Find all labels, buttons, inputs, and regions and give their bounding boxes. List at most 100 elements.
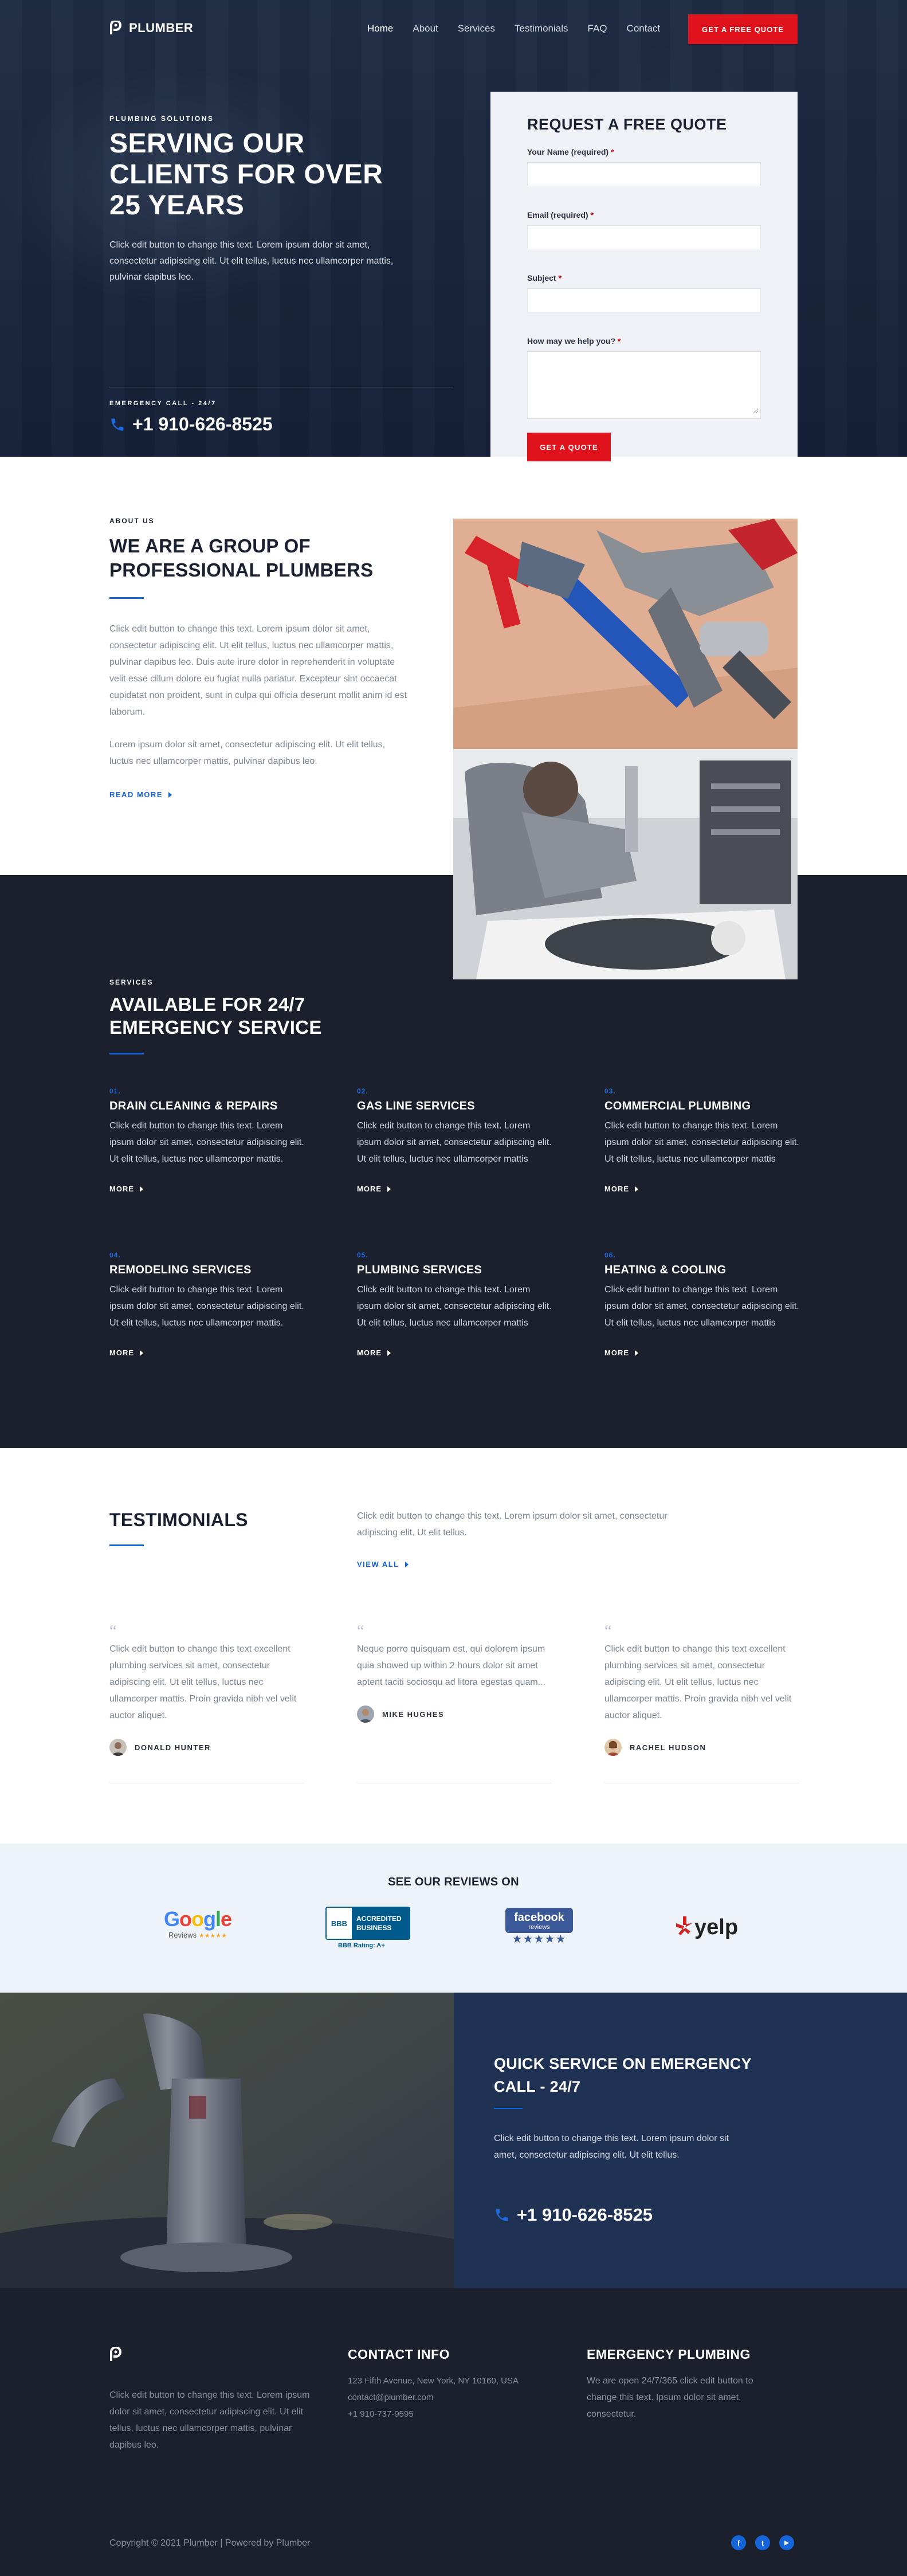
site-logo[interactable]: PLUMBER [109,21,193,36]
google-letter: e [221,1907,232,1931]
yelp-wordmark: yelp [694,1915,739,1939]
quick-service-section: QUICK SERVICE ON EMERGENCY CALL - 24/7 C… [0,1993,907,2288]
footer-about-text: Click edit button to change this text. L… [109,2390,310,2450]
free-quote-button[interactable]: GET A FREE QUOTE [688,14,798,44]
resize-handle-icon[interactable] [753,406,759,417]
subject-label: Subject * [527,273,761,283]
service-title: REMODELING SERVICES [109,1264,252,1276]
facebook-reviews-logo[interactable]: facebook reviews ★★★★★ [505,1908,573,1950]
phone-icon [494,2207,510,2223]
bbb-text: ACCREDITED BUSINESS [352,1908,409,1939]
service-more-link[interactable]: MORE [357,1348,552,1357]
hero-title-line: SERVING OUR [109,128,305,159]
name-label-text: Your Name (required) [527,147,609,156]
testimonial-text: Click edit button to change this text ex… [604,1644,792,1720]
service-number: 03. [604,1087,616,1095]
message-textarea[interactable] [527,351,761,419]
plumber-illustration [453,749,798,979]
about-eyebrow: ABOUT US [109,517,155,525]
arrow-right-icon [635,1186,638,1192]
google-reviews-logo[interactable]: Google Reviews ★★★★★ [155,1908,241,1948]
yelp-logo[interactable]: yelp [676,1910,751,1944]
more-label: MORE [604,1348,629,1357]
nav-item-contact[interactable]: Contact [627,23,661,34]
quick-service-title: QUICK SERVICE ON EMERGENCY CALL - 24/7 [494,2052,769,2098]
service-card: 06. HEATING & COOLING Click edit button … [604,1251,799,1357]
quote-form: REQUEST A FREE QUOTE Your Name (required… [490,92,798,461]
author-name: MIKE HUGHES [382,1710,445,1719]
title-underline [494,2108,523,2109]
view-all-link[interactable]: VIEW ALL [357,1560,409,1569]
twitter-icon[interactable]: t [755,2535,770,2550]
google-letter: l [215,1907,221,1931]
title-underline [109,1544,144,1546]
hero-description: Click edit button to change this text. L… [109,240,394,282]
subject-input[interactable] [527,288,761,312]
testimonials-title: TESTIMONIALS [109,1509,248,1530]
service-more-link[interactable]: MORE [604,1185,799,1193]
facebook-badge: facebook reviews [505,1908,573,1933]
footer-logo-icon[interactable] [109,2346,122,2366]
contact-phone-link[interactable]: +1 910-737-9595 [348,2406,560,2422]
quick-phone-link[interactable]: +1 910-626-8525 [494,2205,653,2225]
hero-content: PLUMBING SOLUTIONS SERVING OUR CLIENTS F… [109,115,407,285]
hero-phone-link[interactable]: +1 910-626-8525 [109,414,273,435]
service-card: 02. GAS LINE SERVICES Click edit button … [357,1087,552,1193]
more-label: MORE [604,1185,629,1193]
emergency-plumbing-title: EMERGENCY PLUMBING [587,2347,751,2362]
hero-phone-number: +1 910-626-8525 [132,414,273,434]
nav-item-services[interactable]: Services [458,23,495,34]
contact-info-title: CONTACT INFO [348,2347,450,2362]
nav-item-faq[interactable]: FAQ [588,23,607,34]
service-number: 01. [109,1087,121,1095]
nav-item-about[interactable]: About [413,23,438,34]
about-title-line: WE ARE A GROUP OF [109,535,311,556]
copyright-text: Copyright © 2021 Plumber | Powered by Pl… [109,2538,311,2548]
testimonials-intro: Click edit button to change this text. L… [357,1511,668,1538]
service-description: Click edit button to change this text. L… [357,1121,552,1164]
google-sub: Reviews ★★★★★ [155,1931,241,1939]
youtube-icon[interactable]: ▶ [779,2535,794,2550]
quick-title-line: CALL - 24/7 [494,2078,581,2095]
hero-section: PLUMBER Home About Services Testimonials… [0,0,907,461]
service-more-link[interactable]: MORE [109,1185,304,1193]
bbb-accredited-logo[interactable]: BBB ACCREDITED BUSINESS BBB Rating: A+ [325,1907,410,1952]
testimonial-author: DONALD HUNTER [109,1739,304,1756]
service-more-link[interactable]: MORE [357,1185,552,1193]
service-title: DRAIN CLEANING & REPAIRS [109,1100,278,1112]
nav-item-testimonials[interactable]: Testimonials [515,23,568,34]
service-more-link[interactable]: MORE [109,1348,304,1357]
message-label: How may we help you? * [527,336,761,346]
quick-phone-number: +1 910-626-8525 [517,2205,653,2225]
email-label-text: Email (required) [527,210,588,219]
email-input[interactable] [527,225,761,249]
emergency-plumbing-text: We are open 24/7/365 click edit button t… [587,2376,753,2419]
wrenches-illustration [453,519,798,749]
service-title: PLUMBING SERVICES [357,1264,482,1276]
more-label: MORE [357,1348,382,1357]
bbb-rating: BBB Rating: A+ [338,1942,385,1949]
hero-emergency: EMERGENCY CALL - 24/7 +1 910-626-8525 [109,400,273,435]
service-more-link[interactable]: MORE [604,1348,799,1357]
quote-icon: “ [604,1622,612,1640]
avatar [604,1739,622,1756]
contact-email-link[interactable]: contact@plumber.com [348,2389,560,2406]
contact-details: 123 Fifth Avenue, New York, NY 10160, US… [348,2373,560,2422]
quick-service-description: Click edit button to change this text. L… [494,2134,729,2160]
testimonial-card: “ Neque porro quisquam est, qui dolorem … [357,1624,552,1723]
read-more-link[interactable]: READ MORE [109,790,407,799]
nav-item-home[interactable]: Home [367,23,393,34]
name-input[interactable] [527,162,761,186]
hero-title: SERVING OUR CLIENTS FOR OVER 25 YEARS [109,128,407,221]
service-number: 02. [357,1087,368,1095]
form-group-subject: Subject * [527,273,761,312]
wrenches-photo [453,519,798,749]
get-quote-submit-button[interactable]: GET A QUOTE [527,433,611,461]
footer-emergency-column: EMERGENCY PLUMBING We are open 24/7/365 … [587,2347,799,2422]
required-asterisk: * [617,336,621,346]
form-group-message: How may we help you? * [527,336,761,419]
service-number: 04. [109,1251,121,1259]
social-links: f t ▶ [731,2535,794,2550]
facebook-icon[interactable]: f [731,2535,746,2550]
service-number: 05. [357,1251,368,1259]
